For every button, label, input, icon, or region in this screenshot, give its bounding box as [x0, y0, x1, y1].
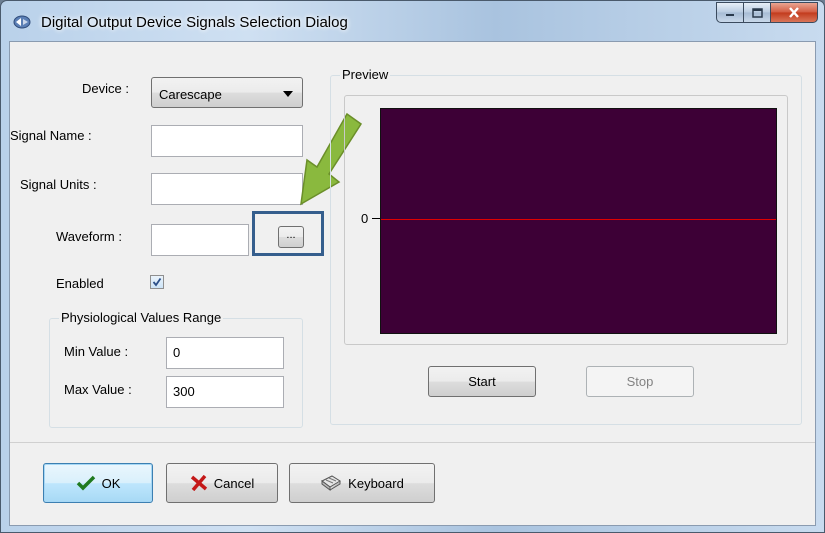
max-value-label: Max Value : — [64, 382, 132, 397]
device-label: Device : — [82, 81, 129, 96]
waveform-label: Waveform : — [56, 229, 122, 244]
min-value-label: Min Value : — [64, 344, 129, 359]
close-button[interactable] — [770, 2, 818, 23]
maximize-button[interactable] — [743, 2, 770, 23]
preview-title: Preview — [340, 67, 391, 82]
ok-button-label: OK — [101, 475, 121, 491]
dialog-window: Digital Output Device Signals Selection … — [0, 0, 825, 533]
cancel-x-icon — [190, 475, 207, 491]
device-dropdown-value: Carescape — [159, 87, 222, 102]
min-value-input[interactable]: 0 — [166, 337, 284, 369]
signal-units-input[interactable] — [151, 173, 303, 205]
caption-buttons — [716, 2, 818, 26]
maximize-icon — [751, 7, 763, 18]
ok-button[interactable]: OK — [43, 463, 153, 503]
signal-line — [381, 219, 776, 220]
signal-name-input[interactable] — [151, 125, 303, 157]
preview-plot — [380, 108, 777, 334]
y-axis-tick-label: 0 — [361, 211, 369, 226]
close-icon — [789, 7, 799, 18]
title-bar[interactable]: Digital Output Device Signals Selection … — [1, 1, 824, 41]
cancel-button[interactable]: Cancel — [166, 463, 278, 503]
separator — [10, 442, 815, 443]
values-range-group — [49, 318, 303, 428]
cancel-button-label: Cancel — [213, 475, 255, 491]
keyboard-button-label: Keyboard — [348, 475, 404, 491]
signal-name-label: Signal Name : — [10, 128, 92, 143]
enabled-label: Enabled — [56, 276, 104, 291]
app-icon — [13, 15, 31, 29]
y-axis-tick — [372, 218, 380, 219]
minimize-button[interactable] — [716, 2, 743, 23]
stop-button[interactable]: Stop — [586, 366, 694, 397]
checkmark-icon — [152, 277, 162, 287]
window-title: Digital Output Device Signals Selection … — [41, 14, 348, 31]
dialog-client-area: Device : Carescape Signal Name : Signal … — [9, 41, 816, 526]
waveform-input[interactable] — [151, 224, 249, 256]
keyboard-icon — [321, 475, 342, 491]
max-value-input[interactable]: 300 — [166, 376, 284, 408]
device-dropdown[interactable]: Carescape — [151, 77, 303, 108]
checkmark-icon — [76, 475, 95, 491]
values-range-title: Physiological Values Range — [59, 310, 224, 325]
start-button[interactable]: Start — [428, 366, 536, 397]
enabled-checkbox[interactable] — [150, 275, 164, 289]
chevron-down-icon — [283, 91, 293, 97]
highlight-box — [252, 211, 324, 256]
keyboard-button[interactable]: Keyboard — [289, 463, 435, 503]
signal-units-label: Signal Units : — [20, 177, 97, 192]
minimize-icon — [726, 13, 734, 16]
